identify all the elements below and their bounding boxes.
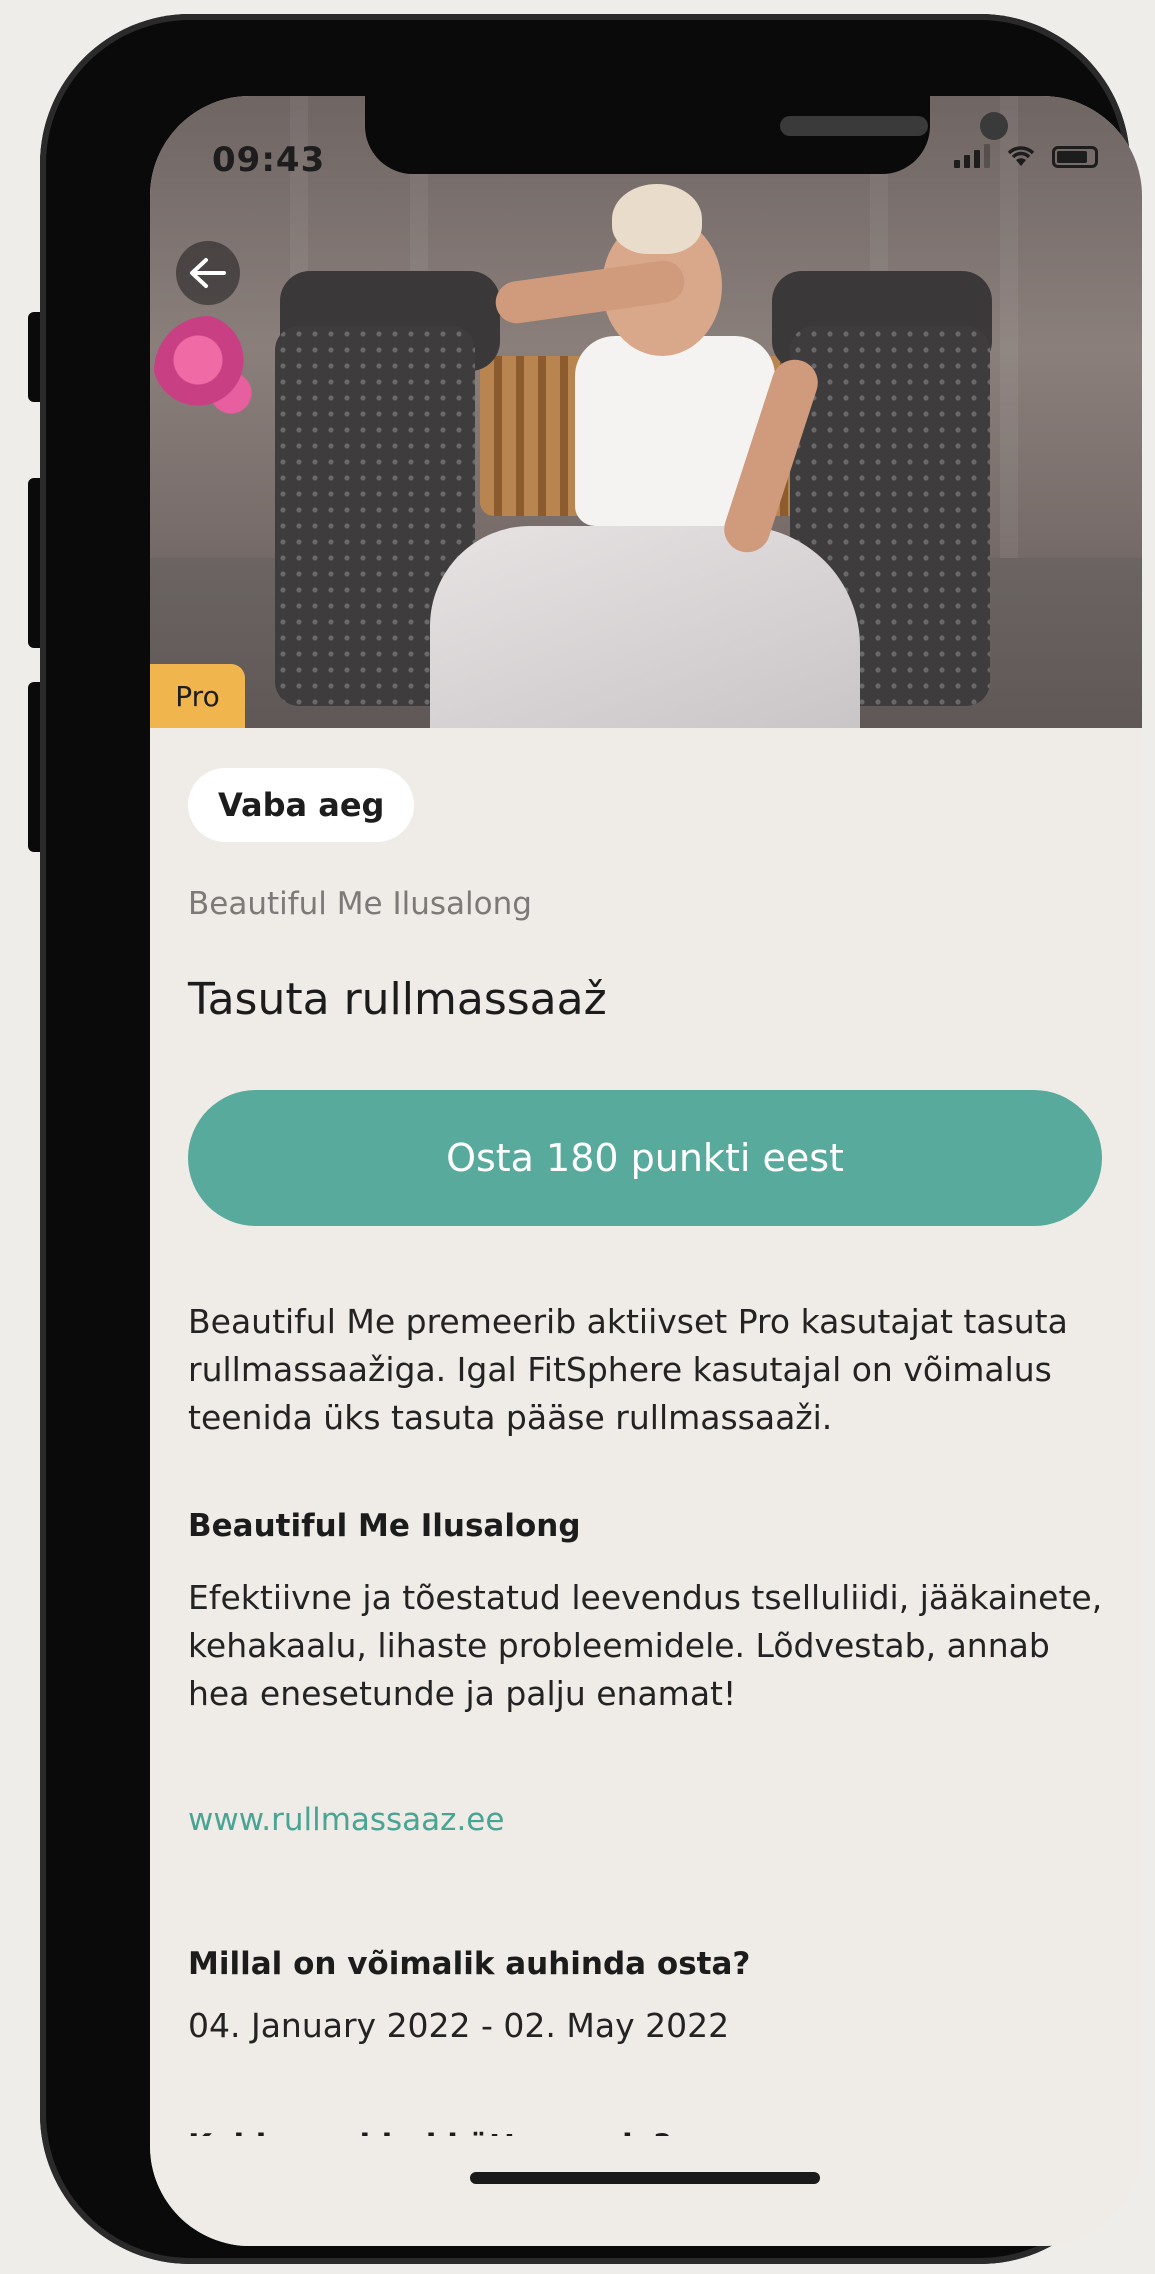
reward-title: Tasuta rullmassaaž — [188, 974, 607, 1025]
hero-image: Pro — [150, 96, 1142, 728]
partner-name: Beautiful Me Ilusalong — [188, 886, 532, 922]
status-time: 09:43 — [212, 140, 326, 180]
phone-notch — [365, 96, 1008, 174]
wifi-icon — [1007, 146, 1035, 166]
pro-badge: Pro — [150, 664, 245, 728]
back-button[interactable] — [176, 241, 240, 305]
flowers-decoration — [154, 316, 264, 426]
availability-heading: Millal on võimalik auhinda osta? — [188, 1946, 751, 1982]
signal-icon — [954, 144, 990, 168]
reward-description: Beautiful Me premeerib aktiivset Pro kas… — [188, 1302, 1068, 1437]
partner-description: Efektiivne ja tõestatud leevendus tsellu… — [188, 1578, 1103, 1713]
partner-heading: Beautiful Me Ilusalong — [188, 1508, 581, 1544]
phone-frame: Pro 09:43 Vaba aeg Beautiful Me Ilusalon… — [40, 14, 1142, 2264]
arrow-left-icon — [190, 258, 226, 288]
status-icons — [954, 142, 1098, 168]
availability-dates: 04. January 2022 - 02. May 2022 — [188, 2006, 730, 2045]
home-indicator-area — [150, 2136, 1142, 2246]
home-indicator[interactable] — [470, 2172, 820, 2184]
app-screen: Pro 09:43 Vaba aeg Beautiful Me Ilusalon… — [150, 96, 1142, 2246]
buy-button[interactable]: Osta 180 punkti eest — [188, 1090, 1102, 1226]
partner-website-link[interactable]: www.rullmassaaz.ee — [188, 1802, 504, 1838]
battery-icon — [1052, 146, 1098, 168]
category-chip: Vaba aeg — [188, 768, 415, 842]
